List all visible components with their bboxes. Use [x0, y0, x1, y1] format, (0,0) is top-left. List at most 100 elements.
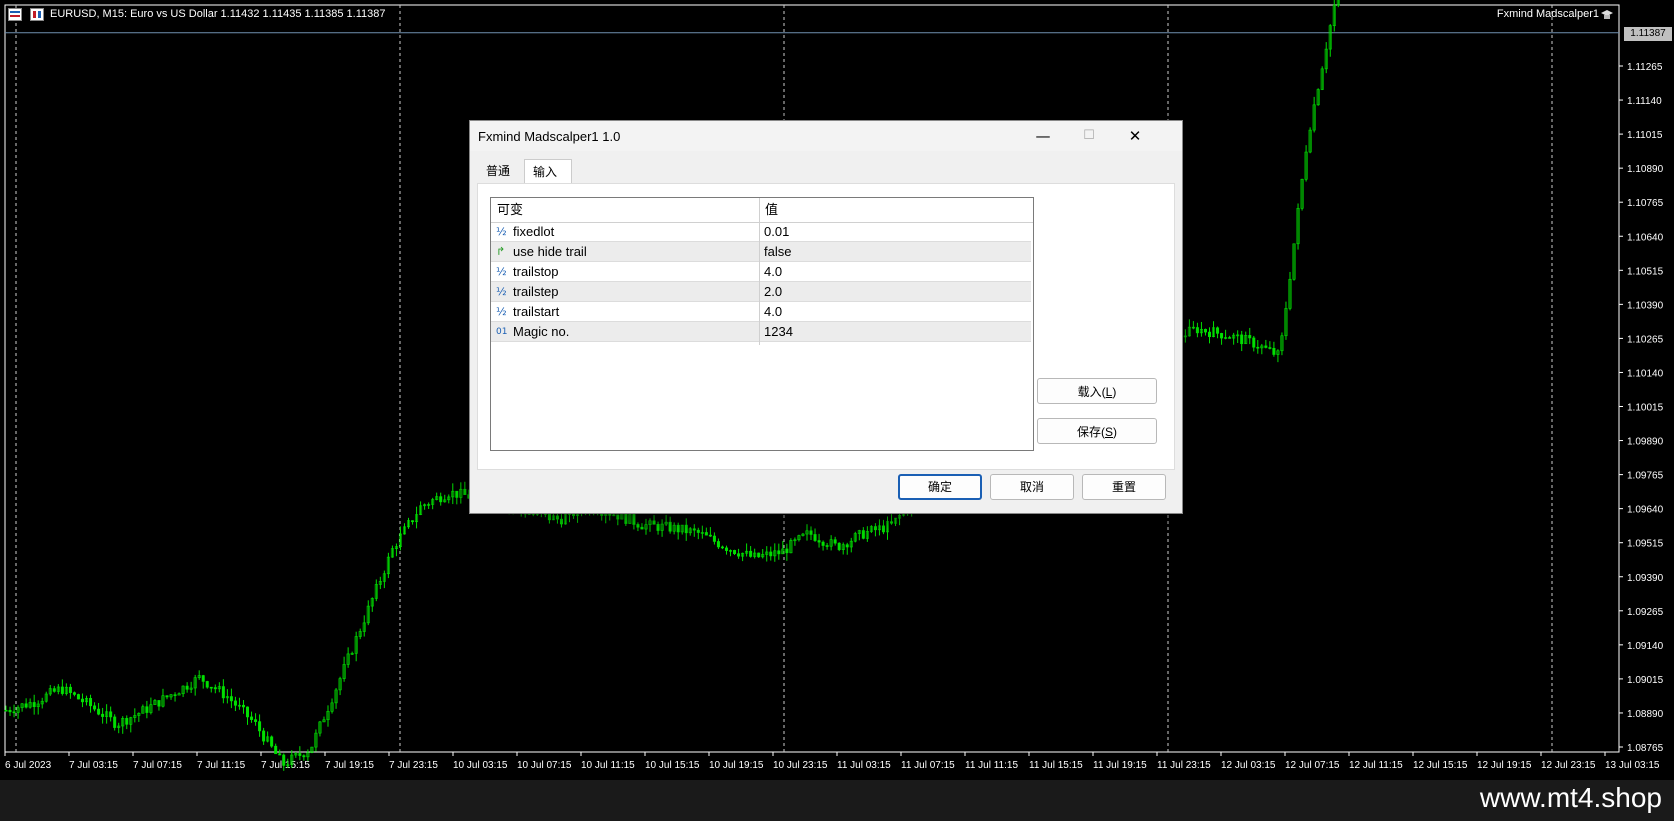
table-row[interactable]: ½ trailstep 2.0	[491, 282, 1031, 302]
tab-inputs[interactable]: 输入	[524, 159, 572, 183]
row-name: trailstop	[513, 264, 559, 279]
candle-body	[233, 700, 237, 706]
candle-body	[624, 512, 628, 524]
chart-menu-icon[interactable]	[8, 8, 22, 21]
row-value[interactable]: 4.0	[764, 302, 782, 322]
candle-body	[676, 524, 680, 533]
price-label: 1.10765	[1627, 198, 1664, 209]
candle-body	[439, 496, 443, 503]
candle-body	[302, 755, 306, 758]
load-button-label: 载入(	[1077, 385, 1106, 399]
graduation-cap-icon[interactable]	[1600, 8, 1614, 22]
time-label: 11 Jul 03:15	[837, 760, 891, 771]
candle-body	[845, 544, 849, 548]
time-label: 10 Jul 07:15	[517, 760, 572, 771]
ok-button[interactable]: 确定	[898, 474, 982, 500]
maximize-button[interactable]: ☐	[1066, 121, 1112, 151]
candle-body	[881, 525, 885, 533]
time-label: 11 Jul 11:15	[965, 760, 1018, 771]
price-label: 1.10265	[1627, 334, 1664, 345]
double-type-icon: ½	[496, 225, 507, 238]
table-row[interactable]: ½ fixedlot 0.01	[491, 222, 1031, 242]
watermark: www.mt4.shop	[1479, 782, 1662, 813]
candle-body	[1264, 345, 1268, 348]
candle-body	[101, 713, 105, 717]
candle-body	[769, 551, 773, 557]
candle-body	[1191, 326, 1195, 329]
row-name: Magic no.	[513, 324, 570, 339]
time-label: 13 Jul 03:15	[1605, 760, 1660, 771]
candle-body	[97, 708, 101, 715]
cancel-button[interactable]: 取消	[990, 474, 1074, 500]
time-label: 7 Jul 03:15	[69, 760, 118, 771]
dialog-title: Fxmind Madscalper1 1.0	[478, 129, 621, 144]
candle-body	[109, 711, 113, 718]
time-label: 6 Jul 2023	[5, 760, 52, 771]
save-button[interactable]: 保存(S)	[1037, 418, 1157, 444]
time-label: 10 Jul 23:15	[773, 760, 828, 771]
candle-body	[298, 753, 302, 756]
candle-body	[684, 524, 688, 534]
row-name: fixedlot	[513, 224, 555, 239]
candle-body	[80, 698, 84, 703]
candle-body	[274, 745, 278, 755]
row-value[interactable]: 4.0	[764, 262, 782, 282]
save-button-key: S	[1104, 425, 1113, 439]
row-name: trailstep	[513, 284, 559, 299]
candle-body	[157, 700, 161, 707]
time-label: 11 Jul 23:15	[1157, 760, 1211, 771]
reset-button[interactable]: 重置	[1082, 474, 1166, 500]
candle-body	[809, 530, 813, 535]
candle-body	[241, 704, 245, 708]
candle-body	[221, 686, 225, 699]
candle-body	[411, 520, 415, 523]
candle-body	[833, 539, 837, 544]
candle-body	[145, 706, 149, 713]
header-value: 值	[765, 202, 779, 217]
table-row[interactable]: 01 Magic no. 1234	[491, 322, 1031, 342]
price-label: 1.10140	[1627, 368, 1664, 379]
price-label: 1.08765	[1627, 743, 1664, 754]
time-label: 10 Jul 19:15	[709, 760, 764, 771]
candle-body	[1195, 327, 1199, 334]
price-label: 1.09015	[1627, 675, 1664, 686]
candle-body	[861, 530, 865, 539]
candle-body	[555, 515, 559, 520]
price-label: 1.11015	[1627, 130, 1663, 141]
dialog-titlebar[interactable]: Fxmind Madscalper1 1.0 — ☐ ✕	[470, 121, 1182, 151]
close-button[interactable]: ✕	[1112, 121, 1158, 151]
row-value[interactable]: 1234	[764, 322, 793, 342]
table-row[interactable]: ↱ use hide trail false	[491, 242, 1031, 262]
candle-body	[52, 688, 56, 692]
symbol-info: EURUSD, M15: Euro vs US Dollar 1.11432 1…	[50, 8, 386, 20]
candle-body	[1256, 346, 1260, 349]
trade-panel-icon[interactable]	[30, 8, 44, 21]
minimize-button[interactable]: —	[1020, 121, 1066, 151]
candle-body	[704, 532, 708, 536]
candle-body	[821, 541, 825, 546]
candle-body	[733, 550, 737, 554]
load-button-end: )	[1112, 385, 1117, 399]
candle-body	[724, 547, 728, 551]
price-label: 1.11265	[1627, 62, 1663, 73]
table-row[interactable]: ½ trailstart 4.0	[491, 302, 1031, 322]
time-label: 12 Jul 11:15	[1349, 760, 1403, 771]
price-label: 1.10390	[1627, 300, 1664, 311]
expert-advisor-label[interactable]: Fxmind Madscalper1	[1497, 8, 1599, 20]
candle-body	[825, 545, 829, 547]
price-label: 1.10015	[1627, 403, 1664, 414]
candle-body	[113, 716, 117, 728]
row-value[interactable]: 2.0	[764, 282, 782, 302]
candle-body	[60, 686, 64, 694]
row-value[interactable]: false	[764, 242, 791, 262]
load-button[interactable]: 载入(L)	[1037, 378, 1157, 404]
inputs-table[interactable]: 可变 值 ½ fixedlot 0.01 ↱ use hide trail fa…	[490, 197, 1034, 451]
candle-body	[1268, 347, 1272, 349]
row-value[interactable]: 0.01	[764, 222, 789, 242]
candle-body	[547, 513, 551, 521]
candle-body	[282, 754, 286, 766]
candle-body	[817, 540, 821, 543]
tab-general[interactable]: 普通	[478, 159, 524, 183]
candle-body	[785, 548, 789, 554]
table-row[interactable]: ½ trailstop 4.0	[491, 262, 1031, 282]
